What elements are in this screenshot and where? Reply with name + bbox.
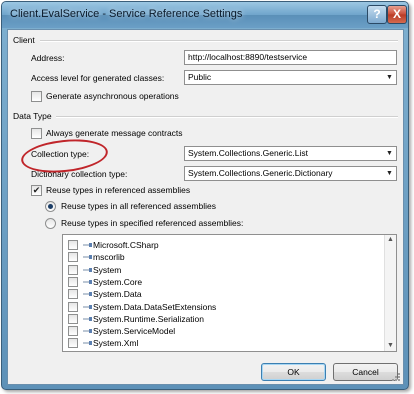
assembly-checkbox[interactable] [68,289,78,300]
assembly-list-item[interactable]: mscorlib [63,251,383,263]
scroll-down-icon[interactable]: ▼ [385,341,396,351]
assembly-label: System.Xml [93,338,139,349]
assembly-label: System.Runtime.Serialization [93,313,205,324]
reference-icon [83,341,92,346]
reuse-types-label: Reuse types in referenced assemblies [46,185,191,195]
dictionary-type-select[interactable]: System.Collections.Generic.Dictionary ▼ [184,166,397,181]
reference-icon [83,316,92,321]
reuse-specified-label: Reuse types in specified referenced asse… [61,218,244,228]
assembly-list-item[interactable]: System.Xml [63,337,383,349]
assembly-checkbox[interactable] [68,301,78,312]
async-label: Generate asynchronous operations [46,91,179,101]
assembly-list-item[interactable]: System.Core [63,276,383,288]
assembly-checkbox[interactable] [68,252,78,263]
assembly-list-item[interactable]: System.Runtime.Serialization [63,313,383,325]
vertical-scrollbar[interactable]: ▲ ▼ [384,235,396,351]
assembly-label: System [93,264,122,275]
ok-button[interactable]: OK [261,363,326,381]
assembly-checkbox[interactable] [68,326,78,337]
assembly-label: System.ServiceModel [93,326,176,337]
assembly-checkbox[interactable] [68,350,78,351]
client-group-separator [40,40,398,42]
reference-icon [83,279,92,284]
reference-icon [83,243,92,247]
assembly-label: System.Xml.Linq [93,350,157,352]
collection-type-label: Collection type: [31,149,90,159]
reuse-all-label: Reuse types in all referenced assemblies [61,201,216,211]
assembly-list-item[interactable]: Microsoft.CSharp [63,239,383,251]
reference-icon [83,255,92,260]
assemblies-listbox[interactable]: Microsoft.CSharp mscorlib System System.Cor… [62,234,397,352]
dialog-window: Client.EvalService - Service Reference S… [1,1,409,390]
assembly-checkbox[interactable] [68,276,78,287]
close-button[interactable]: X [387,5,407,24]
assembly-label: mscorlib [93,252,125,263]
always-generate-checkbox[interactable] [31,128,42,139]
address-label: Address: [31,53,65,63]
access-level-label: Access level for generated classes: [31,73,165,83]
assembly-checkbox[interactable] [68,313,78,324]
assembly-checkbox[interactable] [68,338,78,349]
scroll-up-icon[interactable]: ▲ [385,235,396,245]
async-checkbox[interactable] [31,91,42,102]
assembly-list-item[interactable]: System.Data [63,288,383,300]
collection-type-select[interactable]: System.Collections.Generic.List ▼ [184,146,397,161]
reuse-all-radio[interactable] [45,201,56,212]
resize-grip-icon[interactable] [391,372,401,382]
data-type-group-separator [56,116,398,118]
chevron-down-icon: ▼ [386,74,393,81]
collection-type-value: System.Collections.Generic.List [188,148,308,158]
assembly-label: System.Data [93,289,142,300]
dialog-client-area: Client Address: http://localhost:8890/te… [7,29,404,385]
assembly-list-item[interactable]: System.Xml.Linq [63,350,383,352]
reuse-specified-radio[interactable] [45,218,56,229]
access-level-select[interactable]: Public ▼ [184,70,397,85]
assembly-label: Microsoft.CSharp [93,240,159,250]
client-group-label: Client [13,35,35,45]
assembly-checkbox[interactable] [68,264,78,275]
help-button[interactable]: ? [367,5,387,24]
chevron-down-icon: ▼ [386,170,393,177]
assembly-list-item[interactable]: System [63,264,383,276]
reference-icon [83,267,92,272]
assembly-list-item[interactable]: System.Data.DataSetExtensions [63,301,383,313]
assembly-list-item[interactable]: System.ServiceModel [63,325,383,337]
chevron-down-icon: ▼ [386,150,393,157]
assembly-checkbox[interactable] [68,240,78,250]
window-title: Client.EvalService - Service Reference S… [10,8,243,20]
reference-icon [83,329,92,334]
reuse-types-checkbox[interactable]: ✔ [31,185,42,196]
reference-icon [83,292,92,297]
always-generate-label: Always generate message contracts [46,128,183,138]
address-input[interactable]: http://localhost:8890/testservice [184,50,397,65]
dictionary-type-label: Dictionary collection type: [31,169,128,179]
title-bar[interactable]: Client.EvalService - Service Reference S… [2,2,408,28]
assembly-label: System.Core [93,276,143,287]
cancel-button[interactable]: Cancel [333,363,398,381]
reference-icon [83,304,92,309]
data-type-group-label: Data Type [13,111,52,121]
assembly-label: System.Data.DataSetExtensions [93,301,217,312]
dictionary-type-value: System.Collections.Generic.Dictionary [188,168,333,178]
access-level-value: Public [188,72,212,82]
